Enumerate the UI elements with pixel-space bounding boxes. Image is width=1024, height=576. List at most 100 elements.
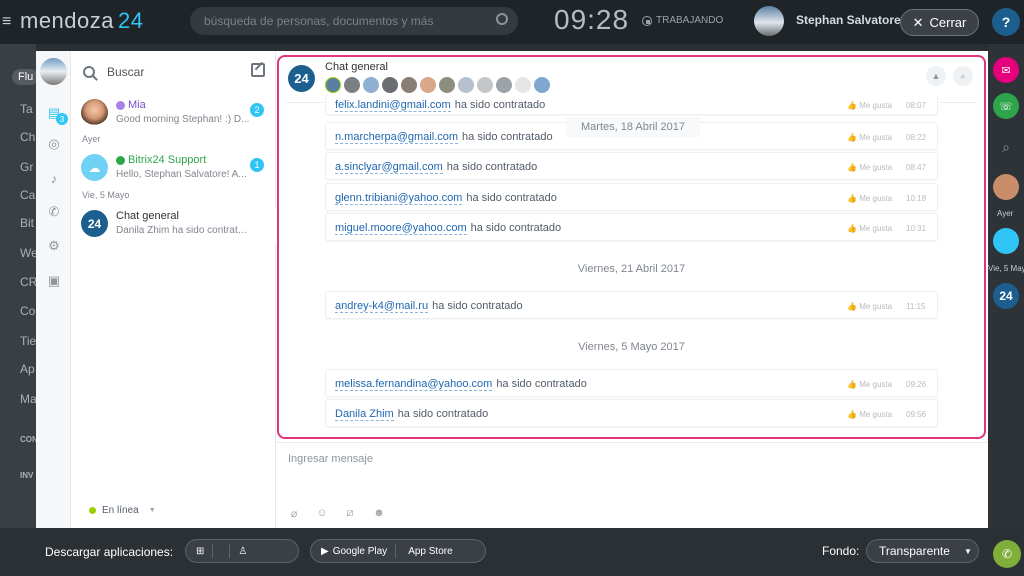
- like-button[interactable]: 👍 Me gusta: [847, 224, 892, 233]
- status-selector[interactable]: En línea ▼: [89, 505, 156, 516]
- close-button[interactable]: ✕ Cerrar: [900, 9, 979, 36]
- member-avatar[interactable]: [363, 77, 379, 93]
- left-menu-item[interactable]: Ma: [20, 392, 37, 406]
- recent-item-mia[interactable]: Mia Good morning Stephan! :) D... 2: [71, 97, 276, 133]
- recent-avatar-general[interactable]: 24: [993, 283, 1019, 309]
- call-icon[interactable]: ◎: [47, 136, 61, 151]
- app-store-label: App Store: [408, 545, 453, 557]
- message-link[interactable]: n.marcherpa@gmail.com: [335, 131, 459, 144]
- left-menu-item[interactable]: Ap: [20, 362, 35, 376]
- member-avatar[interactable]: [401, 77, 417, 93]
- recent-avatar-support[interactable]: [993, 228, 1019, 254]
- smile-icon[interactable]: ☻: [373, 507, 385, 519]
- like-label: Me gusta: [859, 163, 893, 172]
- message-link[interactable]: Danila Zhim: [335, 408, 394, 421]
- message-link[interactable]: a.sinclyar@gmail.com: [335, 161, 443, 174]
- recent-item-support[interactable]: ☁ Bitrix24 Support Hello, Stephan Salvat…: [71, 152, 276, 188]
- left-menu-item[interactable]: Ca: [20, 188, 35, 202]
- like-label: Me gusta: [859, 101, 893, 110]
- member-avatar[interactable]: [439, 77, 455, 93]
- google-play-link[interactable]: ▶ Google Play: [321, 546, 387, 557]
- left-menu-item[interactable]: Ta: [20, 102, 33, 116]
- recent-item-general[interactable]: 24 Chat general Danila Zhim ha sido cont…: [71, 208, 276, 244]
- member-avatar[interactable]: [496, 77, 512, 93]
- chat-avatar[interactable]: 24: [288, 65, 315, 92]
- like-button[interactable]: 👍 Me gusta: [847, 410, 892, 419]
- gear-icon[interactable]: ⚙: [47, 238, 61, 253]
- phone-icon[interactable]: ✆: [47, 204, 61, 219]
- telephony-icon[interactable]: ☏: [993, 93, 1019, 119]
- my-avatar[interactable]: [40, 58, 67, 85]
- member-avatar[interactable]: [458, 77, 474, 93]
- chat-title[interactable]: Chat general: [325, 61, 388, 73]
- left-menu-item[interactable]: Co: [20, 304, 35, 318]
- date-separator-floating: Martes, 18 Abril 2017: [566, 117, 700, 137]
- caret-down-icon: ▼: [963, 546, 972, 556]
- linux-icon[interactable]: ♙: [238, 546, 247, 557]
- message-link[interactable]: andrey-k4@mail.ru: [335, 300, 429, 313]
- message-time: 09:26: [906, 380, 927, 389]
- like-button[interactable]: 👍 Me gusta: [847, 380, 892, 389]
- attach-icon[interactable]: ⌀: [288, 507, 300, 520]
- desktop-apps: ⊞ ♙: [185, 539, 299, 563]
- notifications-toggle-icon[interactable]: ▲: [926, 66, 946, 86]
- left-menu-item[interactable]: INV: [20, 471, 33, 480]
- like-button[interactable]: 👍 Me gusta: [847, 163, 892, 172]
- work-status-label: TRABAJANDO: [656, 15, 724, 26]
- portal-left-menu: Flu Ta Ch Gr Ca Bit We CR Co Tie Ap Ma C…: [0, 44, 40, 534]
- date-separator: Viernes, 21 Abril 2017: [577, 263, 686, 275]
- help-button[interactable]: ?: [992, 8, 1020, 36]
- like-button[interactable]: 👍 Me gusta: [847, 302, 892, 311]
- member-avatar[interactable]: [420, 77, 436, 93]
- like-button[interactable]: 👍 Me gusta: [847, 133, 892, 142]
- message-link[interactable]: miguel.moore@yahoo.com: [335, 222, 467, 235]
- background-selector[interactable]: Transparente ▼: [866, 539, 979, 563]
- member-avatar[interactable]: [344, 77, 360, 93]
- background-label: Fondo:: [822, 544, 860, 558]
- left-menu-item[interactable]: Tie: [20, 334, 36, 348]
- left-menu-item[interactable]: CR: [20, 275, 37, 289]
- support-icon: [116, 155, 125, 165]
- portal-search-input[interactable]: búsqueda de personas, documentos y más: [190, 7, 518, 35]
- app-store-link[interactable]: App Store: [404, 546, 452, 557]
- recent-subtitle: Hello, Stephan Salvatore! A...: [116, 169, 247, 180]
- compose-icon[interactable]: [251, 63, 265, 77]
- message-composer: ⌀ ☺ ⧄ ☻: [276, 442, 988, 528]
- message-link[interactable]: felix.landini@gmail.com: [335, 99, 451, 112]
- date-separator: Viernes, 5 Mayo 2017: [578, 341, 685, 353]
- bell-icon[interactable]: ♪: [47, 171, 61, 186]
- member-avatar[interactable]: [325, 77, 341, 93]
- left-menu-item[interactable]: Ch: [20, 130, 35, 144]
- phone-icon[interactable]: ✆: [993, 540, 1021, 568]
- member-avatar[interactable]: [382, 77, 398, 93]
- user-icon[interactable]: ☺: [316, 507, 328, 519]
- member-avatar[interactable]: [477, 77, 493, 93]
- right-label: Ayer: [997, 209, 1014, 218]
- like-button[interactable]: 👍 Me gusta: [847, 101, 892, 110]
- messenger-nav: ▤ 3 ◎ ♪ ✆ ⚙ ▣: [36, 51, 71, 528]
- left-menu-item[interactable]: Bit: [20, 216, 34, 230]
- search-history-icon[interactable]: ⌕: [953, 66, 973, 86]
- caret-down-icon: ▼: [148, 507, 156, 514]
- notifications-icon[interactable]: ✉: [993, 57, 1019, 83]
- openlines-icon[interactable]: ▣: [47, 273, 61, 288]
- message-link[interactable]: melissa.fernandina@yahoo.com: [335, 378, 493, 391]
- message-input[interactable]: [288, 453, 888, 465]
- command-icon[interactable]: ⧄: [344, 507, 356, 519]
- work-status[interactable]: TRABAJANDO: [642, 15, 723, 26]
- left-menu-item[interactable]: Gr: [20, 160, 33, 174]
- user-avatar[interactable]: [754, 6, 784, 36]
- member-avatar[interactable]: [515, 77, 531, 93]
- message-body: ha sido contratado: [466, 192, 557, 204]
- recent-avatar-mia[interactable]: [993, 174, 1019, 200]
- menu-icon[interactable]: ≡: [2, 13, 11, 31]
- portal-logo[interactable]: mendoza 24: [20, 8, 144, 34]
- search-icon[interactable]: ⌕: [993, 134, 1019, 160]
- message-body: ha sido contratado: [454, 99, 546, 111]
- member-avatar[interactable]: [534, 77, 550, 93]
- like-button[interactable]: 👍 Me gusta: [847, 194, 892, 203]
- search-input[interactable]: [107, 65, 237, 79]
- message-link[interactable]: glenn.tribiani@yahoo.com: [335, 192, 463, 205]
- windows-icon[interactable]: ⊞: [196, 546, 204, 557]
- user-name[interactable]: Stephan Salvatore: [796, 13, 901, 27]
